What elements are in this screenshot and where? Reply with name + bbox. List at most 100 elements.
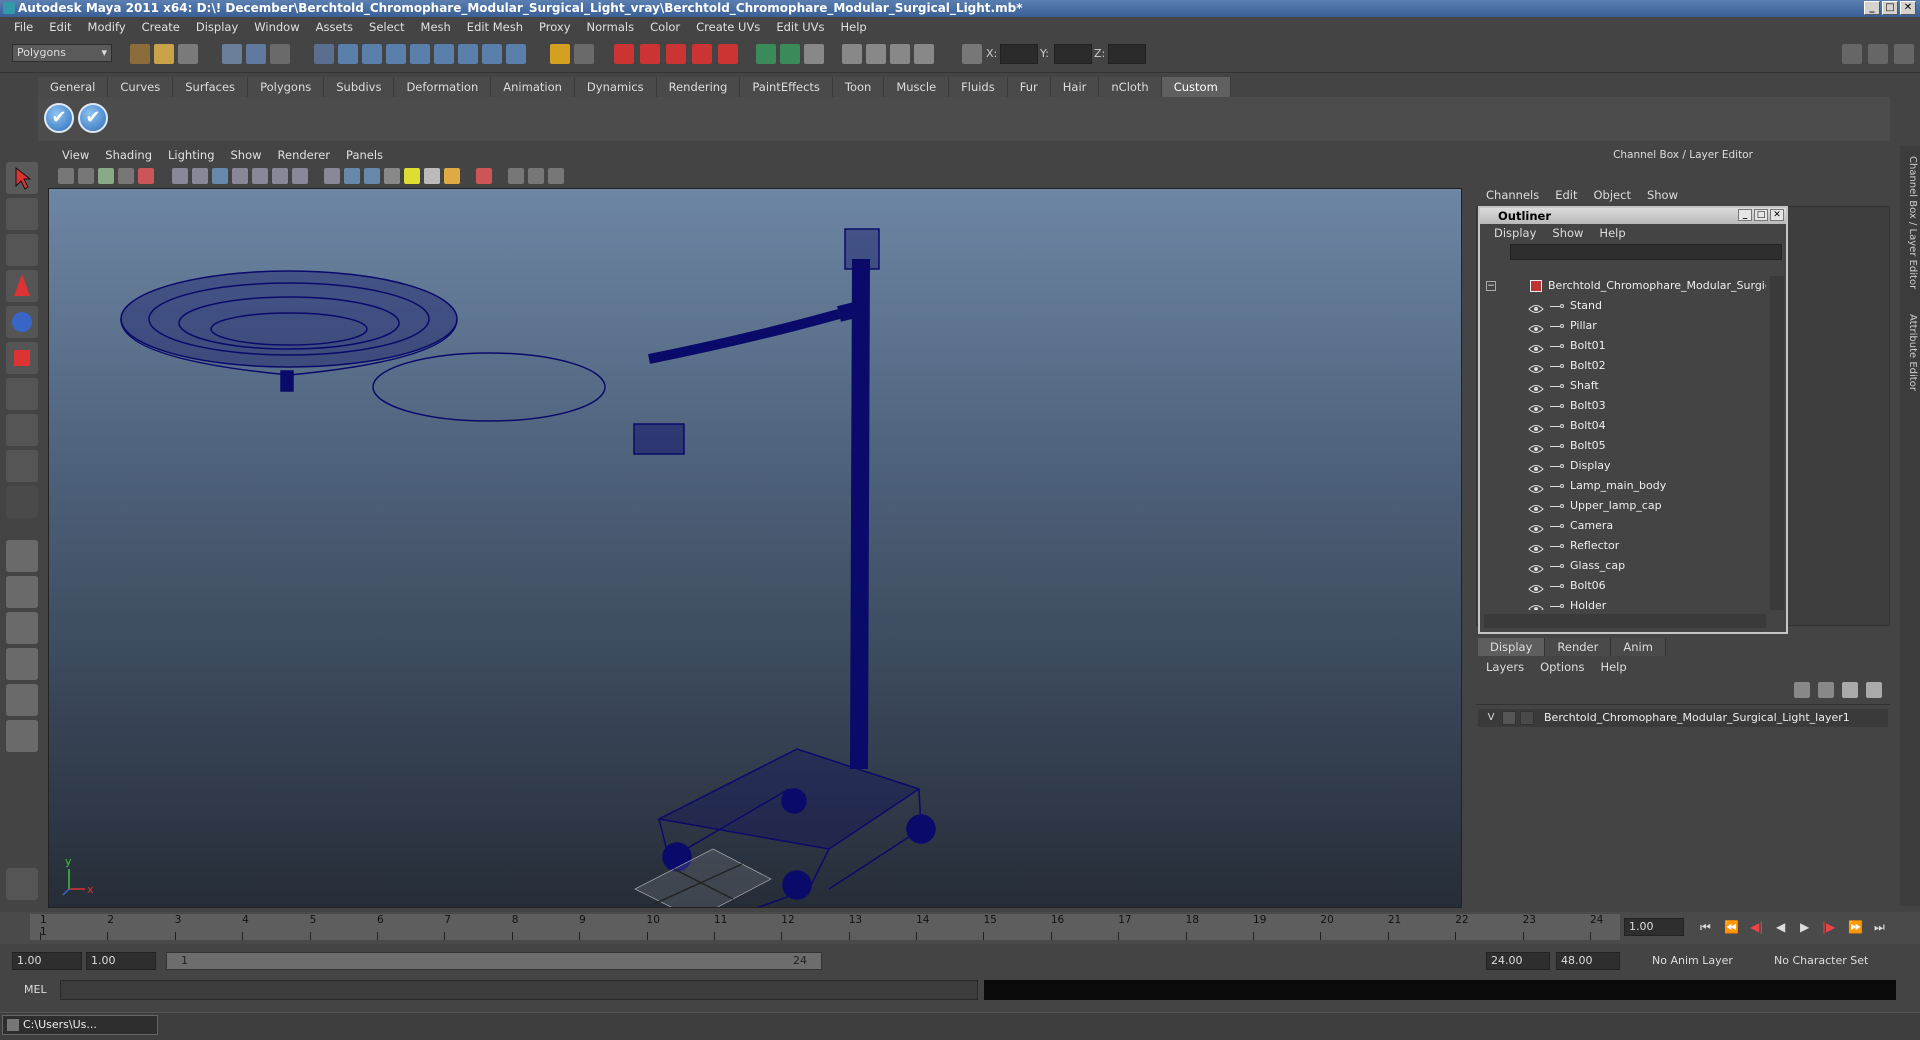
- outliner-item[interactable]: Reflector: [1484, 536, 1766, 556]
- play-forward-icon[interactable]: ▶: [1800, 920, 1809, 934]
- single-perspective-layout-icon[interactable]: [6, 540, 38, 572]
- outliner-item[interactable]: Bolt03: [1484, 396, 1766, 416]
- show-manipulator-tool-icon[interactable]: [6, 450, 38, 482]
- use-all-lights-icon[interactable]: [424, 168, 440, 184]
- isolate-select-icon[interactable]: [476, 168, 492, 184]
- snap-curve-icon[interactable]: [640, 44, 660, 64]
- mask-deform-icon[interactable]: [410, 44, 430, 64]
- viewport-menu-lighting[interactable]: Lighting: [160, 148, 222, 162]
- close-button[interactable]: ✕: [1900, 1, 1916, 15]
- menu-help[interactable]: Help: [833, 20, 875, 34]
- custom-shelf-button-2[interactable]: ✔: [78, 103, 108, 133]
- outliner-close-button[interactable]: ✕: [1770, 209, 1784, 221]
- current-time-marker[interactable]: 1: [40, 926, 47, 938]
- shelf-tab-animation[interactable]: Animation: [491, 77, 575, 97]
- menu-file[interactable]: File: [6, 20, 41, 34]
- menu-proxy[interactable]: Proxy: [531, 20, 579, 34]
- menu-normals[interactable]: Normals: [579, 20, 643, 34]
- toggle-tool-settings-icon[interactable]: [1868, 44, 1888, 64]
- lock-selection-icon[interactable]: [550, 44, 570, 64]
- safe-action-icon[interactable]: [252, 168, 268, 184]
- side-tab-channel-box[interactable]: Channel Box / Layer Editor: [1902, 156, 1918, 289]
- menu-select[interactable]: Select: [361, 20, 412, 34]
- collapse-toggle-icon[interactable]: −: [1486, 281, 1496, 291]
- persp-graph-layout-icon[interactable]: [6, 648, 38, 680]
- layer-menu-options[interactable]: Options: [1532, 660, 1592, 678]
- manipulator-tool-icon[interactable]: [6, 378, 38, 410]
- xray-components-icon[interactable]: [548, 168, 564, 184]
- shelf-tab-muscle[interactable]: Muscle: [884, 77, 950, 97]
- step-forward-key-icon[interactable]: ⏩: [1848, 920, 1863, 934]
- open-scene-icon[interactable]: [154, 44, 174, 64]
- mask-icon[interactable]: [338, 44, 358, 64]
- hud-toggle-icon[interactable]: [292, 168, 308, 184]
- shelf-tab-rendering[interactable]: Rendering: [656, 77, 741, 97]
- outliner-item[interactable]: Shaft: [1484, 376, 1766, 396]
- shadows-icon[interactable]: [444, 168, 460, 184]
- animation-end-field[interactable]: 48.00: [1556, 952, 1620, 970]
- resolution-gate-icon[interactable]: [192, 168, 208, 184]
- snap-point-icon[interactable]: [666, 44, 686, 64]
- step-back-frame-icon[interactable]: ◀|: [1750, 920, 1763, 934]
- outliner-menu-show[interactable]: Show: [1544, 226, 1591, 240]
- shelf-tab-deformation[interactable]: Deformation: [394, 77, 492, 97]
- viewport-menu-panels[interactable]: Panels: [338, 148, 391, 162]
- outliner-item[interactable]: Display: [1484, 456, 1766, 476]
- menu-edit[interactable]: Edit: [41, 20, 79, 34]
- shelf-tab-ncloth[interactable]: nCloth: [1099, 77, 1162, 97]
- gate-mask-icon[interactable]: [212, 168, 228, 184]
- outliner-item[interactable]: Holder: [1484, 596, 1766, 610]
- highlight-selection-icon[interactable]: [574, 44, 594, 64]
- camera-attributes-icon[interactable]: [78, 168, 94, 184]
- menu-assets[interactable]: Assets: [308, 20, 361, 34]
- minimize-button[interactable]: _: [1864, 1, 1880, 15]
- channel-box-menu-channels[interactable]: Channels: [1478, 188, 1547, 206]
- render-settings-icon[interactable]: [866, 44, 886, 64]
- outliner-item[interactable]: Camera: [1484, 516, 1766, 536]
- playback-start-field[interactable]: 1.00: [86, 952, 156, 970]
- command-input[interactable]: [60, 980, 978, 1000]
- lasso-tool-icon[interactable]: [6, 198, 38, 230]
- select-object-icon[interactable]: [246, 44, 266, 64]
- outliner-horizontal-scrollbar[interactable]: [1484, 614, 1766, 628]
- playback-end-field[interactable]: 24.00: [1486, 952, 1550, 970]
- shelf-tab-fluids[interactable]: Fluids: [949, 77, 1008, 97]
- menu-set-selector[interactable]: Polygons: [12, 44, 112, 62]
- menu-mesh[interactable]: Mesh: [413, 20, 459, 34]
- create-empty-layer-icon[interactable]: [1842, 682, 1858, 698]
- outliner-item[interactable]: Bolt02: [1484, 356, 1766, 376]
- range-bar[interactable]: 1 24: [166, 952, 822, 970]
- character-set-selector[interactable]: No Character Set: [1770, 952, 1868, 970]
- last-tool-icon[interactable]: [6, 486, 38, 518]
- taskbar-window-button[interactable]: C:\Users\Us...: [2, 1015, 158, 1035]
- four-view-layout-icon[interactable]: [6, 576, 38, 608]
- perspective-viewport[interactable]: y x: [48, 188, 1462, 908]
- maximize-button[interactable]: □: [1882, 1, 1898, 15]
- go-to-end-icon[interactable]: ⏭: [1874, 920, 1885, 935]
- outliner-menu-display[interactable]: Display: [1486, 226, 1544, 240]
- menu-display[interactable]: Display: [188, 20, 246, 34]
- image-plane-icon[interactable]: [118, 168, 134, 184]
- layer-tab-anim[interactable]: Anim: [1611, 638, 1666, 656]
- channel-box-menu-show[interactable]: Show: [1639, 188, 1686, 206]
- outliner-item[interactable]: Pillar: [1484, 316, 1766, 336]
- shelf-tab-curves[interactable]: Curves: [108, 77, 174, 97]
- shelf-tab-subdivs[interactable]: Subdivs: [324, 77, 395, 97]
- menu-color[interactable]: Color: [642, 20, 688, 34]
- new-scene-icon[interactable]: [130, 44, 150, 64]
- textured-icon[interactable]: [384, 168, 400, 184]
- history-icon[interactable]: [756, 44, 776, 64]
- select-component-icon[interactable]: [270, 44, 290, 64]
- hypershade-icon[interactable]: [890, 44, 910, 64]
- shelf-tab-surfaces[interactable]: Surfaces: [173, 77, 249, 97]
- bookmarks-icon[interactable]: [98, 168, 114, 184]
- outliner-item[interactable]: Bolt06: [1484, 576, 1766, 596]
- outliner-title-bar[interactable]: Outliner _ □ ✕: [1480, 208, 1786, 224]
- snap-grid-icon[interactable]: [614, 44, 634, 64]
- go-to-start-icon[interactable]: ⏮: [1700, 920, 1711, 935]
- menu-create-uvs[interactable]: Create UVs: [688, 20, 768, 34]
- timeline-track[interactable]: 1 2 3 4 5 6 7 8 9 10 11 12 13 14 15 16 17 18 19 20 21 22 23 24 1: [30, 914, 1620, 940]
- shelf-tab-fur[interactable]: Fur: [1007, 77, 1051, 97]
- select-hierarchy-icon[interactable]: [222, 44, 242, 64]
- construction-history-icon[interactable]: [780, 44, 800, 64]
